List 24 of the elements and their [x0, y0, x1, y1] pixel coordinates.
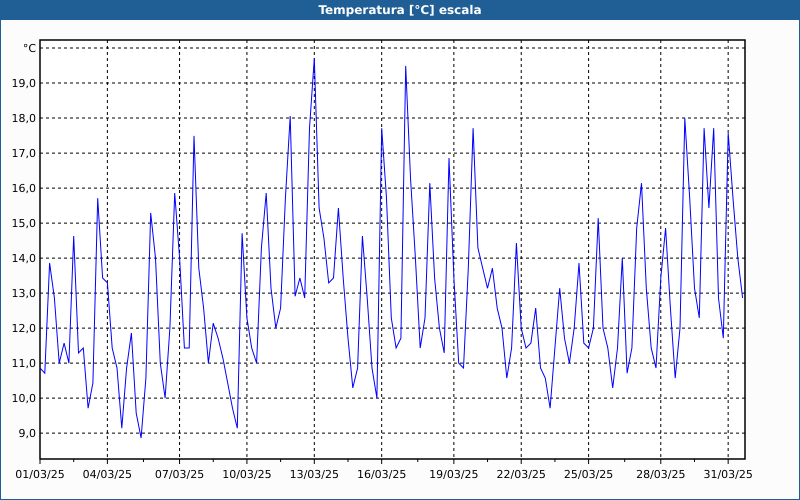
y-axis-label: 19,0: [12, 77, 36, 90]
x-axis-label: 22/03/25: [496, 468, 546, 481]
x-axis-label: 04/03/25: [82, 468, 132, 481]
y-axis-label: 18,0: [12, 112, 36, 126]
y-axis-label: 10,0: [12, 392, 36, 406]
x-axis-label: 07/03/25: [154, 468, 204, 481]
y-axis-label: 15,0: [12, 217, 36, 230]
y-axis-label: 12,0: [12, 322, 36, 336]
x-axis-label: 19/03/25: [429, 468, 479, 481]
window-title: Temperatura [°C] escala: [317, 2, 483, 19]
y-axis-label: °C: [22, 42, 36, 56]
x-axis-label: 13/03/25: [290, 468, 339, 481]
y-axis-label: 14,0: [12, 252, 36, 266]
y-axis-label: 9,0: [18, 427, 36, 440]
y-axis-label: 13,0: [12, 287, 36, 300]
x-axis-label: 31/03/25: [703, 468, 753, 481]
y-axis-label: 11,0: [12, 357, 36, 370]
x-axis-label: 01/03/25: [15, 468, 65, 481]
y-axis-label: 16,0: [12, 182, 36, 196]
y-axis-label: 17,0: [12, 147, 36, 160]
x-axis-label: 28/03/25: [636, 468, 686, 481]
x-axis-label: 25/03/25: [564, 468, 614, 481]
x-axis-label: 16/03/25: [356, 468, 406, 481]
x-axis-label: 10/03/25: [222, 468, 272, 481]
